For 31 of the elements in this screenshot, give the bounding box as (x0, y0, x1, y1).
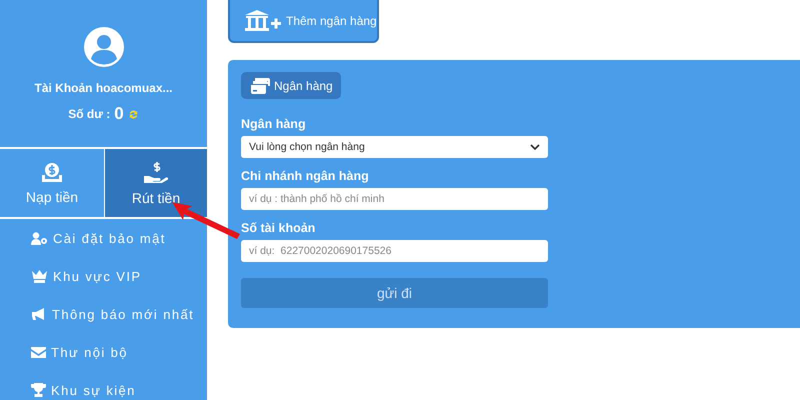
sidebar-tile[interactable]: Nạp tiền (0, 149, 104, 217)
input-field[interactable]: ví dụ : thành phố hồ chí minh (241, 188, 548, 210)
user-key-icon (31, 232, 48, 244)
chevron-down-icon (530, 144, 540, 150)
cards-icon (251, 78, 270, 94)
crown-icon (31, 268, 48, 284)
avatar-icon (84, 27, 124, 67)
field-label: Ngân hàng (241, 117, 307, 132)
refresh-icon[interactable] (128, 108, 139, 120)
hand-dollar-icon (144, 160, 168, 182)
sidebar-tile[interactable]: Rút tiền (105, 149, 207, 217)
menu-item[interactable]: Cài đặt bảo mật (53, 230, 166, 246)
megaphone-icon (31, 307, 47, 321)
submit-button[interactable]: gửi đi (241, 278, 548, 308)
bank-tab[interactable]: Ngân hàng (241, 72, 341, 99)
field-label: Số tài khoản (241, 221, 316, 236)
add-bank-button[interactable]: Thêm ngân hàng (228, 0, 379, 43)
menu-item[interactable]: Khu sự kiện (51, 382, 136, 398)
balance-value: 0 (114, 104, 124, 124)
field-label: Chi nhánh ngân hàng (241, 169, 370, 184)
bank-add-icon (245, 10, 282, 32)
bank-select[interactable]: Vui lòng chọn ngân hàng (241, 136, 548, 158)
menu-item[interactable]: Khu vực VIP (53, 268, 142, 284)
account-name: Tài Khoản hoacomuax... (34, 81, 173, 95)
envelope-icon (31, 346, 46, 358)
menu-item[interactable]: Thông báo mới nhất (52, 306, 194, 322)
input-field[interactable]: ví dụ: 6227002020690175526 (241, 240, 548, 262)
balance-label: Số dư : (68, 107, 110, 121)
coin-deposit-icon (42, 162, 62, 182)
menu-item[interactable]: Thư nội bộ (51, 344, 128, 360)
trophy-icon (31, 383, 46, 397)
